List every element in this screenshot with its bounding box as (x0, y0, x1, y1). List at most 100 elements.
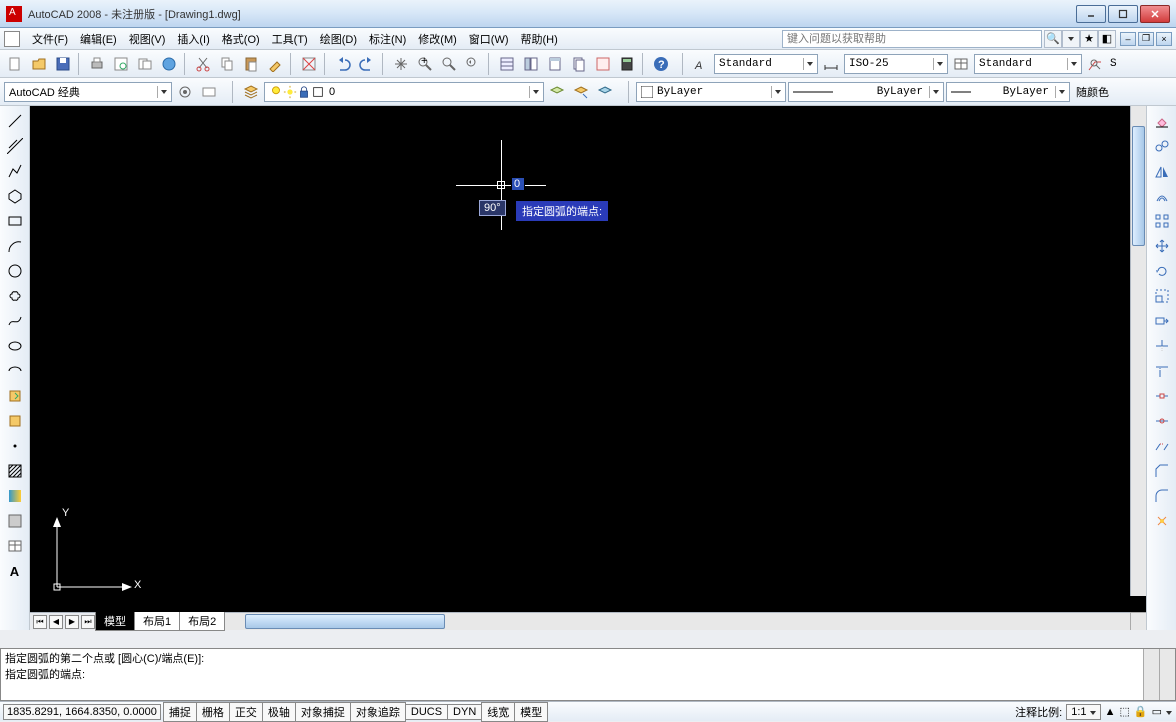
status-snap[interactable]: 捕捉 (163, 702, 197, 722)
stretch-button[interactable] (1151, 310, 1173, 332)
layer-previous-button[interactable] (546, 81, 568, 103)
layer-manager-button[interactable] (240, 81, 262, 103)
tab-nav-last[interactable]: ⏭ (81, 615, 95, 629)
plot-preview-button[interactable] (110, 53, 132, 75)
menu-edit[interactable]: 编辑(E) (74, 29, 123, 49)
menu-insert[interactable]: 插入(I) (171, 29, 215, 49)
polyline-button[interactable] (4, 160, 26, 182)
multileader-button[interactable] (1084, 53, 1106, 75)
tab-nav-first[interactable]: ⏮ (33, 615, 47, 629)
publish-button[interactable] (134, 53, 156, 75)
status-dyn[interactable]: DYN (447, 704, 482, 720)
status-ducs[interactable]: DUCS (405, 704, 448, 720)
menu-window[interactable]: 窗口(W) (463, 29, 515, 49)
insertblock-button[interactable] (4, 385, 26, 407)
join-button[interactable] (1151, 435, 1173, 457)
layer-state-button[interactable] (570, 81, 592, 103)
command-grip[interactable] (1159, 649, 1175, 700)
save-button[interactable] (52, 53, 74, 75)
minimize-button[interactable] (1076, 5, 1106, 23)
status-coordinates[interactable]: 1835.8291, 1664.8350, 0.0000 (3, 704, 161, 720)
tablestyle-button[interactable] (950, 53, 972, 75)
revcloud-button[interactable] (4, 285, 26, 307)
annoscale-combo[interactable]: 1:1 (1066, 704, 1100, 720)
zoom-realtime-button[interactable]: + (414, 53, 436, 75)
sheetset-button[interactable] (568, 53, 590, 75)
3ddwf-button[interactable] (158, 53, 180, 75)
close-button[interactable] (1140, 5, 1170, 23)
drawing-canvas[interactable]: 0 90° 指定圆弧的端点: Y X (30, 106, 1146, 612)
move-button[interactable] (1151, 235, 1173, 257)
statusbar-menu-icon[interactable] (1166, 706, 1172, 718)
pan-button[interactable] (390, 53, 412, 75)
explode-button[interactable] (1151, 510, 1173, 532)
favorite-icon[interactable]: ★ (1080, 30, 1098, 48)
linetype-combo[interactable]: ByLayer (788, 82, 944, 102)
redo-button[interactable] (356, 53, 378, 75)
horizontal-scrollbar[interactable] (225, 612, 1130, 630)
rectangle-button[interactable] (4, 210, 26, 232)
tab-nav-next[interactable]: ▶ (65, 615, 79, 629)
textstyle-combo[interactable]: Standard (714, 54, 818, 74)
designcenter-button[interactable] (520, 53, 542, 75)
status-polar[interactable]: 极轴 (262, 702, 296, 722)
lineweight-combo[interactable]: ByLayer (946, 82, 1070, 102)
array-button[interactable] (1151, 210, 1173, 232)
tablestyle-combo[interactable]: Standard (974, 54, 1082, 74)
command-window[interactable]: 指定圆弧的第二个点或 [圆心(C)/端点(E)]: 指定圆弧的端点: (0, 648, 1176, 701)
mirror-button[interactable] (1151, 160, 1173, 182)
spline-button[interactable] (4, 310, 26, 332)
tab-nav-prev[interactable]: ◀ (49, 615, 63, 629)
gradient-button[interactable] (4, 485, 26, 507)
menu-tools[interactable]: 工具(T) (266, 29, 314, 49)
markup-button[interactable] (592, 53, 614, 75)
copyobj-button[interactable] (1151, 135, 1173, 157)
menu-modify[interactable]: 修改(M) (412, 29, 463, 49)
menu-view[interactable]: 视图(V) (123, 29, 172, 49)
zoom-window-button[interactable] (438, 53, 460, 75)
annovisibility-icon[interactable]: ⬚ (1119, 705, 1129, 718)
breakatpoint-button[interactable] (1151, 410, 1173, 432)
command-text[interactable]: 指定圆弧的第二个点或 [圆心(C)/端点(E)]: 指定圆弧的端点: (1, 649, 1143, 700)
zoom-previous-button[interactable] (462, 53, 484, 75)
arc-button[interactable] (4, 235, 26, 257)
layer-combo[interactable]: 0 (264, 82, 544, 102)
open-button[interactable] (28, 53, 50, 75)
toolpalettes-button[interactable] (544, 53, 566, 75)
erase-button[interactable] (1151, 110, 1173, 132)
menu-file[interactable]: 文件(F) (26, 29, 74, 49)
offset-button[interactable] (1151, 185, 1173, 207)
statusbar-tray-icon[interactable]: ▭ (1152, 705, 1162, 718)
commcenter-icon[interactable]: ◧ (1098, 30, 1116, 48)
cut-button[interactable] (192, 53, 214, 75)
mytoolbar-button[interactable] (198, 81, 220, 103)
dimstyle-combo[interactable]: ISO-25 (844, 54, 948, 74)
status-otrack[interactable]: 对象追踪 (350, 702, 406, 722)
doc-restore-button[interactable]: ❐ (1138, 32, 1154, 46)
makeblock-button[interactable] (4, 410, 26, 432)
tab-layout1[interactable]: 布局1 (134, 612, 180, 631)
properties-button[interactable] (496, 53, 518, 75)
extend-button[interactable] (1151, 360, 1173, 382)
tab-layout2[interactable]: 布局2 (179, 612, 225, 631)
help-button[interactable]: ? (650, 53, 672, 75)
point-button[interactable] (4, 435, 26, 457)
region-button[interactable] (4, 510, 26, 532)
annoscale-icon[interactable]: ▲ (1105, 706, 1116, 718)
ellipsearc-button[interactable] (4, 360, 26, 382)
trim-button[interactable] (1151, 335, 1173, 357)
dimstyle-button[interactable] (820, 53, 842, 75)
chamfer-button[interactable] (1151, 460, 1173, 482)
undo-button[interactable] (332, 53, 354, 75)
fillet-button[interactable] (1151, 485, 1173, 507)
blockeditor-button[interactable] (298, 53, 320, 75)
circle-button[interactable] (4, 260, 26, 282)
print-button[interactable] (86, 53, 108, 75)
workspace-combo[interactable]: AutoCAD 经典 (4, 82, 172, 102)
menu-format[interactable]: 格式(O) (216, 29, 266, 49)
vertical-scrollbar[interactable] (1130, 106, 1146, 596)
status-ortho[interactable]: 正交 (229, 702, 263, 722)
command-scrollbar[interactable] (1143, 649, 1159, 700)
break-button[interactable] (1151, 385, 1173, 407)
statusbar-lock-icon[interactable]: 🔒 (1134, 705, 1148, 718)
